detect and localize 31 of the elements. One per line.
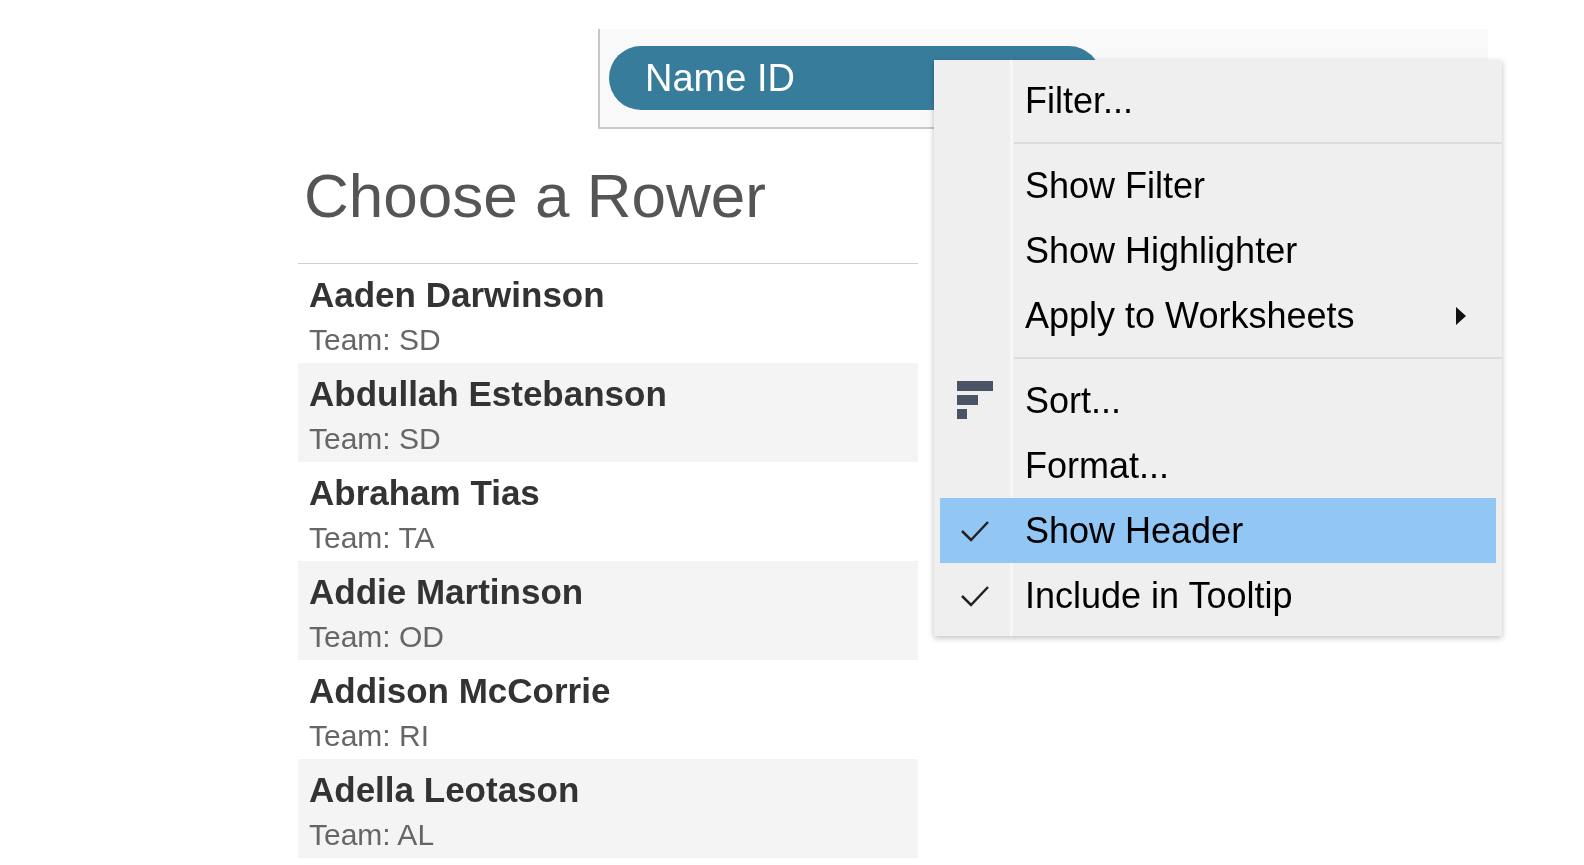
rower-team: Team: OD (309, 619, 446, 655)
rower-name: Addison McCorrie (309, 670, 612, 712)
menu-item[interactable]: Sort... (940, 368, 1496, 433)
menu-item[interactable]: Show Header (940, 498, 1496, 563)
menu-item-label: Format... (1025, 443, 1170, 488)
rower-team: Team: RI (309, 718, 431, 754)
rower-name: Aaden Darwinson (309, 274, 606, 316)
menu-item-label: Apply to Worksheets (1025, 293, 1355, 338)
menu-item-label: Include in Tooltip (1025, 573, 1293, 618)
rower-team: Team: SD (309, 421, 442, 457)
rower-list-item[interactable]: Adella Leotason Team: AL (298, 759, 918, 858)
rower-team: Team: SD (309, 322, 442, 358)
rower-name: Adella Leotason (309, 769, 581, 811)
rower-list-item[interactable]: Addie Martinson Team: OD (298, 561, 918, 660)
menu-item-label: Show Filter (1025, 163, 1206, 208)
rower-team: Team: AL (309, 817, 436, 853)
menu-item[interactable]: Show Filter (940, 153, 1496, 218)
rower-team: Team: TA (309, 520, 436, 556)
rower-name: Abraham Tias (309, 472, 541, 514)
rower-list-item[interactable]: Abdullah Estebanson Team: SD (298, 363, 918, 462)
menu-item[interactable]: Show Highlighter (940, 218, 1496, 283)
menu-item-label: Show Header (1025, 508, 1244, 553)
rower-name: Abdullah Estebanson (309, 373, 668, 415)
menu-item[interactable]: Include in Tooltip (940, 563, 1496, 628)
menu-item-label: Show Highlighter (1025, 228, 1298, 273)
sort-icon (957, 380, 993, 421)
menu-item[interactable]: Format... (940, 433, 1496, 498)
rower-name: Addie Martinson (309, 571, 585, 613)
menu-item[interactable]: Apply to Worksheets (940, 283, 1496, 348)
menu-item-label: Sort... (1025, 378, 1122, 423)
page-title: Choose a Rower (304, 165, 766, 227)
